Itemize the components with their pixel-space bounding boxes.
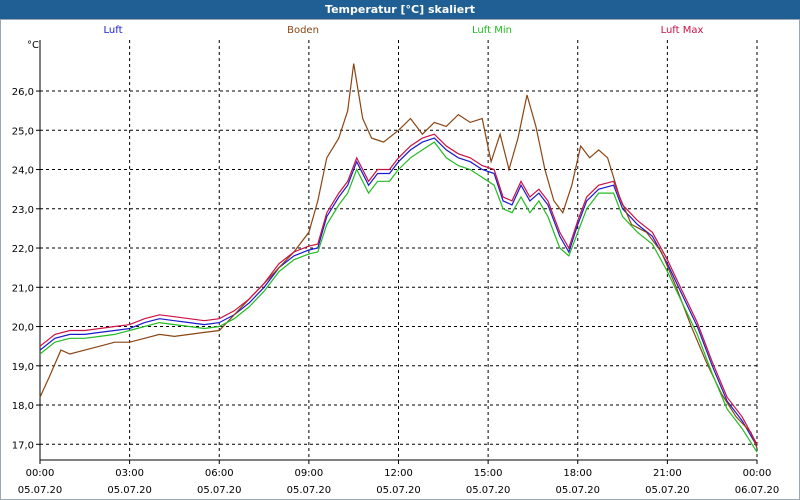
y-tick-label: 20,0 (12, 323, 34, 334)
x-tick-time-label: 06:00 (205, 468, 234, 479)
x-tick-time-label: 15:00 (474, 468, 503, 479)
y-tick-label: 22,0 (12, 244, 34, 255)
x-tick-date-label: 05.07.20 (107, 485, 152, 496)
x-tick-time-label: 21:00 (653, 468, 682, 479)
y-unit-label: °C (27, 40, 39, 51)
y-tick-label: 24,0 (12, 166, 34, 177)
x-tick-time-label: 00:00 (743, 468, 772, 479)
temperature-chart: °C 17,0 18,0 19,0 20,0 21,0 22,0 23,0 24,0 25,0 26… (12, 40, 780, 496)
x-tick-date-label: 05.07.20 (197, 485, 242, 496)
x-tick-date-label: 05.07.20 (287, 485, 332, 496)
x-tick-time-label: 18:00 (563, 468, 592, 479)
x-tick-time-label: 09:00 (294, 468, 323, 479)
y-tick-label: 17,0 (12, 440, 34, 451)
x-tick-time-label: 03:00 (115, 468, 144, 479)
x-tick-date-label: 05.07.20 (555, 485, 600, 496)
x-tick-date-label: 05.07.20 (18, 485, 63, 496)
x-tick-time-label: 00:00 (26, 468, 55, 479)
y-tick-label: 26,0 (12, 87, 34, 98)
y-tick-label: 18,0 (12, 401, 34, 412)
y-tick-label: 23,0 (12, 205, 34, 216)
x-tick-date-label: 06.07.20 (735, 485, 780, 496)
x-tick-time-label: 12:00 (384, 468, 413, 479)
y-tick-label: 19,0 (12, 362, 34, 373)
x-tick-date-label: 05.07.20 (466, 485, 511, 496)
series-line-luft-min (39, 141, 758, 453)
x-tick-date-label: 05.07.20 (376, 485, 421, 496)
y-tick-label: 21,0 (12, 283, 34, 294)
x-tick-date-label: 05.07.20 (645, 485, 690, 496)
y-tick-label: 25,0 (12, 126, 34, 137)
